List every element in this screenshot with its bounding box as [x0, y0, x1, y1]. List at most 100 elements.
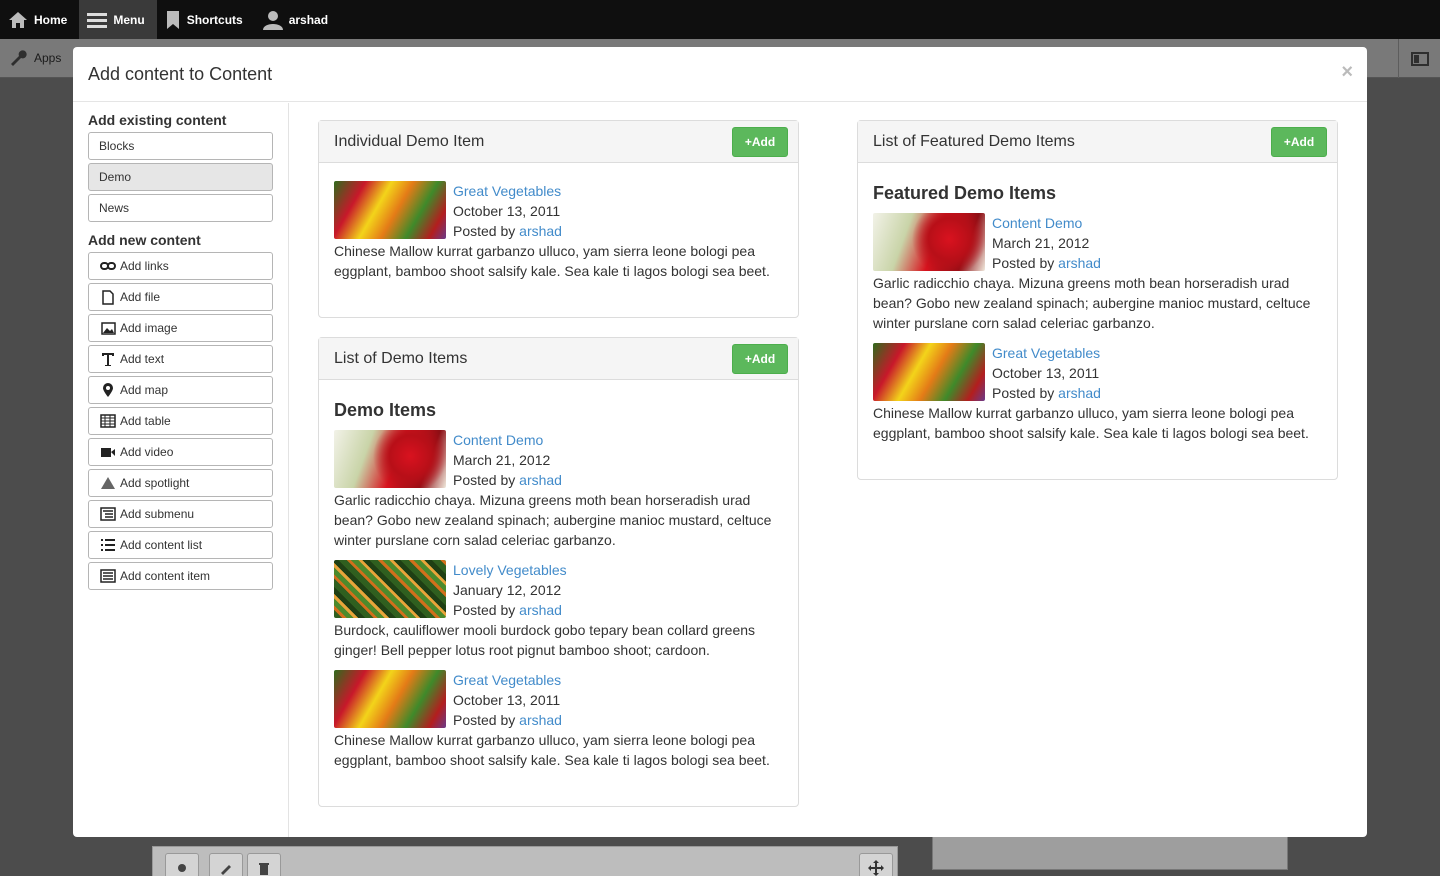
menu-button[interactable]: Menu [79, 0, 157, 39]
item-title-link[interactable]: Lovely Vegetables [453, 562, 567, 578]
existing-blocks-button[interactable]: Blocks [88, 132, 273, 160]
add-content-list-button[interactable]: Add content list [88, 531, 273, 559]
plus-icon: + [744, 352, 752, 366]
item-title-link[interactable]: Content Demo [992, 215, 1082, 231]
add-content-item-button[interactable]: Add content item [88, 562, 273, 590]
add-spotlight-button[interactable]: Add spotlight [88, 469, 273, 497]
item-title-link[interactable]: Great Vegetables [453, 672, 561, 688]
existing-content-heading: Add existing content [88, 112, 227, 128]
add-submenu-label: Add submenu [120, 507, 195, 521]
shortcuts-label: Shortcuts [186, 12, 243, 27]
existing-demo-label: Demo [99, 170, 132, 184]
settings-button[interactable] [165, 853, 199, 876]
add-map-button[interactable]: Add map [88, 376, 273, 404]
plus-icon: + [1283, 135, 1291, 149]
add-featured-demo-items-button[interactable]: + Add [1271, 127, 1327, 157]
content-demo-thumbnail[interactable] [334, 430, 446, 488]
author-link[interactable]: arshad [519, 712, 562, 728]
existing-news-label: News [99, 201, 130, 215]
item-summary: Chinese Mallow kurrat garbanzo ulluco, y… [873, 405, 1309, 441]
vegetables-thumbnail[interactable] [334, 181, 446, 239]
add-text-label: Add text [120, 352, 165, 366]
add-image-label: Add image [120, 321, 178, 335]
add-table-button[interactable]: Add table [88, 407, 273, 435]
add-demo-items-list-button[interactable]: + Add [732, 344, 788, 374]
panel-header: Individual Demo Item + Add [319, 121, 798, 163]
new-content-heading: Add new content [88, 232, 201, 248]
add-video-label: Add video [120, 445, 174, 459]
individual-demo-item-panel: Individual Demo Item + Add Great Vegetabl… [318, 120, 799, 318]
add-content-item-label: Add content item [120, 569, 211, 583]
author-link[interactable]: arshad [519, 602, 562, 618]
author-link[interactable]: arshad [1058, 385, 1101, 401]
video-icon [99, 447, 117, 458]
add-map-label: Add map [120, 383, 169, 397]
vegetables-thumbnail[interactable] [334, 670, 446, 728]
item-title-link[interactable]: Great Vegetables [992, 345, 1100, 361]
add-file-label: Add file [120, 290, 161, 304]
lovely-vegetables-thumbnail[interactable] [334, 560, 446, 618]
list-item: Great Vegetables October 13, 2011 Posted… [334, 670, 783, 770]
content-demo-thumbnail[interactable] [873, 213, 985, 271]
content-item-icon [99, 569, 117, 583]
content-column-right: List of Featured Demo Items + Add Feature… [857, 120, 1338, 499]
top-toolbar: Home Menu Shortcuts arshad [0, 0, 1440, 39]
add-individual-demo-item-button[interactable]: + Add [732, 127, 788, 157]
home-icon [9, 11, 27, 28]
list-item: Great Vegetables October 13, 2011 Posted… [873, 343, 1322, 443]
list-item: Content Demo March 21, 2012 Posted by ar… [334, 430, 783, 550]
panel-body: Featured Demo Items Content Demo March 2… [858, 163, 1337, 479]
move-icon [868, 860, 884, 876]
panel-title: List of Featured Demo Items [873, 133, 1075, 150]
item-title-link[interactable]: Great Vegetables [453, 183, 561, 199]
panel-body: Great Vegetables October 13, 2011 Posted… [319, 163, 798, 317]
modal-title: Add content to Content [88, 64, 273, 84]
vegetables-thumbnail[interactable] [873, 343, 985, 401]
author-link[interactable]: arshad [1058, 255, 1101, 271]
add-video-button[interactable]: Add video [88, 438, 273, 466]
add-button-label: Add [751, 352, 776, 366]
add-links-button[interactable]: Add links [88, 252, 273, 280]
existing-news-button[interactable]: News [88, 194, 273, 222]
item-summary: Chinese Mallow kurrat garbanzo ulluco, y… [334, 732, 770, 768]
table-icon [99, 414, 117, 428]
panel-title: Individual Demo Item [334, 133, 485, 150]
user-button[interactable]: arshad [255, 0, 340, 39]
menu-icon [87, 12, 108, 28]
posted-by-label: Posted by [453, 472, 516, 488]
item-summary: Chinese Mallow kurrat garbanzo ulluco, y… [334, 243, 770, 279]
bookmark-icon [166, 10, 179, 29]
add-button-label: Add [1290, 135, 1315, 149]
menu-label: Menu [113, 12, 145, 27]
existing-blocks-label: Blocks [99, 139, 135, 153]
posted-by-label: Posted by [453, 602, 516, 618]
list-heading: Featured Demo Items [873, 183, 1057, 203]
item-summary: Garlic radicchio chaya. Mizuna greens mo… [873, 275, 1311, 331]
delete-button[interactable] [247, 853, 281, 876]
edit-button[interactable] [209, 853, 243, 876]
existing-demo-button[interactable]: Demo [88, 163, 273, 191]
home-link[interactable]: Home [0, 0, 79, 39]
panel-header: List of Demo Items + Add [319, 338, 798, 380]
modal-header: Add content to Content × [73, 47, 1367, 102]
bottom-placeholder-box [932, 836, 1288, 870]
user-label: arshad [288, 12, 329, 27]
move-button[interactable] [859, 853, 893, 876]
shortcuts-button[interactable]: Shortcuts [157, 0, 255, 39]
add-submenu-button[interactable]: Add submenu [88, 500, 273, 528]
author-link[interactable]: arshad [519, 472, 562, 488]
add-image-button[interactable]: Add image [88, 314, 273, 342]
content-column-left: Individual Demo Item + Add Great Vegetabl… [318, 120, 799, 826]
map-marker-icon [99, 382, 117, 398]
modal-close-button[interactable]: × [1341, 61, 1353, 84]
add-text-button[interactable]: Add text [88, 345, 273, 373]
author-link[interactable]: arshad [519, 223, 562, 239]
panel-header: List of Featured Demo Items + Add [858, 121, 1337, 163]
list-of-demo-items-panel: List of Demo Items + Add Demo Items Conte… [318, 337, 799, 807]
item-title-link[interactable]: Content Demo [453, 432, 543, 448]
add-button-label: Add [751, 135, 776, 149]
add-file-button[interactable]: Add file [88, 283, 273, 311]
file-icon [99, 289, 117, 305]
modal-content-area: Individual Demo Item + Add Great Vegetabl… [290, 103, 1367, 837]
list-item: Great Vegetables October 13, 2011 Posted… [334, 181, 783, 281]
